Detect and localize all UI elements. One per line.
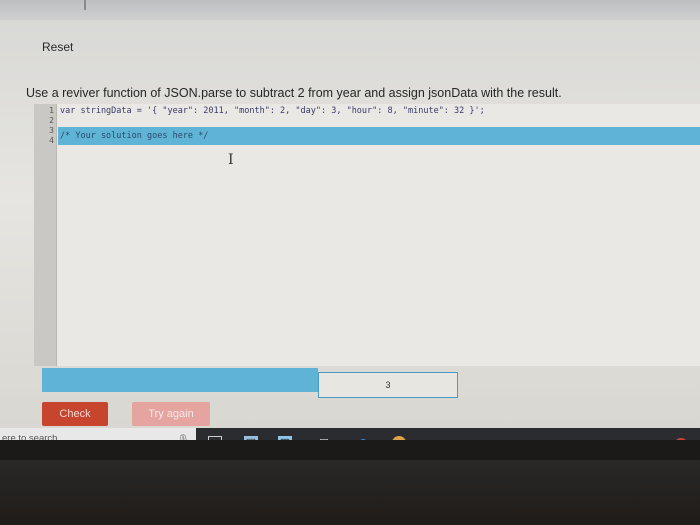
try-again-button[interactable]: Try again — [132, 402, 210, 426]
line-number: 3 — [49, 126, 54, 135]
code-line[interactable]: /* Your solution goes here */ — [60, 131, 208, 141]
line-number: 2 — [49, 116, 54, 125]
exercise-prompt: Use a reviver function of JSON.parse to … — [26, 86, 562, 100]
screen: Reset Use a reviver function of JSON.par… — [0, 0, 700, 440]
check-button[interactable]: Check — [42, 402, 108, 426]
mail-icon[interactable]: ✉ — [317, 436, 331, 440]
top-tick — [84, 0, 86, 10]
line-number: 4 — [49, 136, 54, 145]
line-number: 1 — [49, 106, 54, 115]
edge-icon[interactable]: e — [356, 435, 370, 440]
file-explorer-icon[interactable]: ▤ — [244, 436, 258, 440]
result-progress-bar — [42, 368, 318, 392]
reset-link[interactable]: Reset — [42, 40, 73, 54]
top-strip — [0, 0, 700, 20]
code-editor[interactable]: 1 2 3 4 var stringData = '{ "year": 2011… — [34, 104, 700, 366]
chrome-icon[interactable]: ● — [392, 436, 406, 440]
line-number-gutter: 1 2 3 4 — [34, 104, 57, 366]
taskbar-search[interactable]: ere to search — [0, 428, 196, 440]
task-view-icon[interactable]: ▢ — [208, 436, 222, 440]
text-cursor-icon: I — [228, 152, 234, 168]
monitor-bezel — [0, 460, 700, 525]
notification-icon[interactable]: ! — [674, 438, 688, 440]
code-line[interactable]: var stringData = '{ "year": 2011, "month… — [60, 106, 485, 116]
taskbar: ere to search 🎙 ▢ ▤ ▦ ✉ e ● ! — [0, 428, 700, 440]
microphone-icon[interactable]: 🎙 — [177, 435, 190, 440]
result-count: 3 — [318, 372, 458, 398]
store-icon[interactable]: ▦ — [278, 436, 292, 440]
